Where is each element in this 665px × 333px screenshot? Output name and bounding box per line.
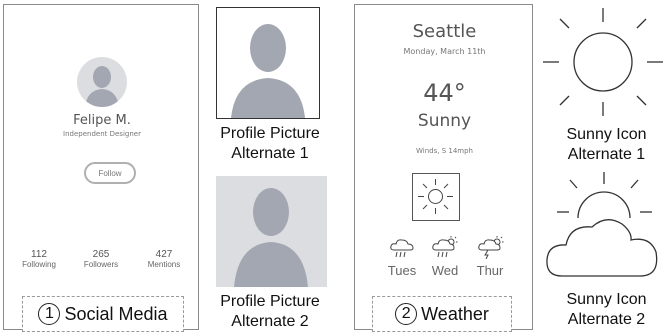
tag-label: Weather [421, 303, 489, 324]
caption-line: Sunny Icon [566, 126, 647, 143]
social-media-card: Felipe M. Independent Designer Follow 11… [3, 4, 199, 330]
sun-icon [418, 179, 453, 214]
stat-value: 427 [155, 249, 173, 260]
sunny-icon-alt-1 [543, 8, 663, 116]
stat-mentions[interactable]: 427 Mentions [134, 249, 194, 269]
profile-picture-alt-1 [216, 7, 320, 119]
caption-line: Alternate 2 [231, 313, 309, 330]
profile-name: Felipe M. [73, 113, 131, 128]
profile-picture-caption-1: Profile Picture Alternate 1 [204, 124, 336, 164]
rain-sun-cloud-icon [432, 236, 458, 258]
weather-tag: 2 Weather [372, 296, 512, 332]
social-media-tag: 1 Social Media [22, 296, 184, 332]
stat-value: 112 [31, 249, 47, 260]
caption-line: Sunny Icon [566, 291, 647, 308]
caption-line: Alternate 2 [567, 311, 646, 328]
sunny-icon-caption-1: Sunny Icon Alternate 1 [548, 125, 665, 165]
stat-value: 265 [92, 249, 110, 260]
tag-number: 1 [38, 303, 61, 325]
weather-date: Monday, March 11th [403, 47, 486, 56]
tag-label: Social Media [64, 303, 168, 324]
tag-number: 2 [395, 303, 418, 325]
weather-wind: Winds, S 14mph [416, 147, 473, 155]
weather-condition: Sunny [417, 111, 472, 131]
stat-followers[interactable]: 265 Followers [71, 249, 131, 269]
person-silhouette-icon [234, 188, 308, 287]
weather-temperature: 44° [423, 79, 466, 107]
stat-label: Mentions [147, 260, 181, 269]
weather-city: Seattle [412, 21, 477, 42]
storm-sun-cloud-icon [478, 236, 504, 259]
caption-line: Profile Picture [220, 125, 320, 142]
stat-label: Following [22, 260, 56, 269]
avatar [77, 57, 127, 107]
stat-following[interactable]: 112 Following [9, 249, 69, 269]
caption-line: Alternate 1 [567, 146, 646, 163]
sunny-icon-caption-2: Sunny Icon Alternate 2 [548, 290, 665, 330]
forecast-day-wed: Wed [431, 263, 459, 278]
sunny-icon-alt-2 [546, 172, 658, 277]
profile-title: Independent Designer [63, 130, 141, 138]
follow-button[interactable]: Follow [84, 162, 136, 184]
profile-picture-alt-2 [216, 176, 327, 287]
rain-cloud-icon [390, 239, 414, 258]
weather-card: Seattle Monday, March 11th 44° Sunny Win… [354, 4, 533, 330]
forecast-day-tues: Tues [387, 263, 417, 278]
forecast-day-thur: Thur [476, 263, 504, 278]
caption-line: Alternate 1 [231, 145, 309, 162]
caption-line: Profile Picture [220, 293, 320, 310]
person-silhouette-icon [85, 66, 119, 107]
profile-picture-caption-2: Profile Picture Alternate 2 [204, 292, 336, 332]
person-silhouette-icon [231, 24, 305, 118]
sunny-icon-box [412, 173, 460, 221]
stat-label: Followers [83, 260, 119, 269]
